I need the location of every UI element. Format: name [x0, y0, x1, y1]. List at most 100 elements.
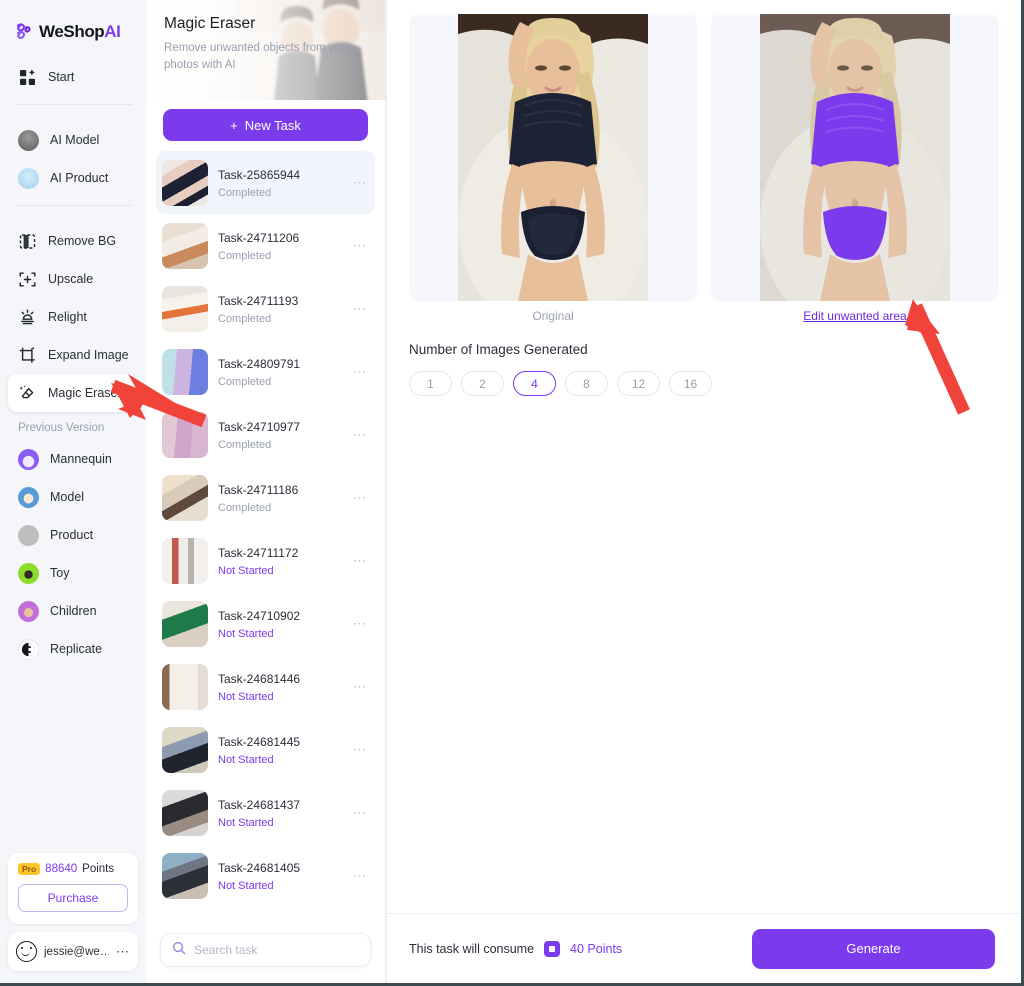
task-status: Not Started	[218, 754, 274, 766]
points-label: Points	[82, 863, 115, 875]
upscale-icon	[18, 270, 37, 289]
task-list-item[interactable]: Task-24681445 Not Started ⋯	[156, 718, 375, 781]
task-list[interactable]: Task-25865944 Completed ⋯ Task-24711206 …	[146, 151, 385, 925]
main-footer: This task will consume 40 Points Generat…	[387, 913, 1021, 983]
count-option-16[interactable]: 16	[669, 371, 712, 396]
new-task-button[interactable]: + New Task	[163, 109, 368, 141]
sidebar-divider-1	[14, 104, 132, 105]
count-option-12[interactable]: 12	[617, 371, 660, 396]
task-name: Task-24711186	[218, 483, 299, 497]
task-list-item[interactable]: Task-24711206 Completed ⋯	[156, 214, 375, 277]
sidebar-item-children[interactable]: Children	[8, 592, 138, 630]
sidebar-primary-group: Start	[0, 50, 146, 96]
sidebar-item-product[interactable]: Product	[8, 516, 138, 554]
task-list-item[interactable]: Task-24711172 Not Started ⋯	[156, 529, 375, 592]
task-more-icon[interactable]: ⋯	[353, 428, 369, 441]
task-thumbnail	[162, 348, 208, 395]
product-avatar-icon	[18, 524, 39, 546]
task-thumbnail	[162, 600, 208, 647]
sidebar-item-label: Start	[48, 70, 75, 84]
sidebar-item-ai-product[interactable]: AI Product	[8, 159, 138, 197]
sidebar-item-replicate[interactable]: Replicate	[8, 630, 138, 668]
task-more-icon[interactable]: ⋯	[353, 743, 369, 756]
remove-bg-icon	[18, 232, 37, 251]
original-image	[458, 14, 648, 301]
search-section	[146, 925, 385, 983]
search-input[interactable]	[194, 943, 359, 957]
task-name: Task-25865944	[218, 168, 301, 182]
sidebar-item-toy[interactable]: Toy	[8, 554, 138, 592]
sidebar-item-upscale[interactable]: Upscale	[8, 260, 138, 298]
task-name: Task-24710977	[218, 420, 301, 434]
sidebar-item-label: Replicate	[50, 642, 103, 656]
task-status: Not Started	[218, 565, 274, 577]
task-more-icon[interactable]: ⋯	[353, 239, 369, 252]
sidebar-item-magic-eraser[interactable]: Magic Eraser	[8, 374, 138, 412]
task-status: Completed	[218, 502, 272, 514]
brand-logo[interactable]: WeShopAI	[0, 0, 146, 50]
task-more-icon[interactable]: ⋯	[353, 302, 369, 315]
task-more-icon[interactable]: ⋯	[353, 806, 369, 819]
task-name: Task-24809791	[218, 357, 301, 371]
sidebar-item-mannequin[interactable]: Mannequin	[8, 440, 138, 478]
task-list-item[interactable]: Task-24681405 Not Started ⋯	[156, 844, 375, 907]
task-list-item[interactable]: Task-24710902 Not Started ⋯	[156, 592, 375, 655]
task-status: Completed	[218, 250, 272, 262]
task-more-icon[interactable]: ⋯	[353, 617, 369, 630]
task-list-item[interactable]: Task-24681446 Not Started ⋯	[156, 655, 375, 718]
user-account-card[interactable]: jessie@we… ⋯	[8, 932, 138, 971]
task-more-icon[interactable]: ⋯	[353, 869, 369, 882]
task-thumbnail	[162, 537, 208, 584]
count-option-4[interactable]: 4	[513, 371, 556, 396]
sidebar-item-label: Mannequin	[50, 452, 112, 466]
task-panel-hero: Magic Eraser Remove unwanted objects fro…	[146, 0, 385, 100]
masked-image-card[interactable]	[711, 14, 999, 301]
points-row: Pro 88640 Points	[18, 863, 128, 875]
search-box[interactable]	[160, 933, 371, 967]
task-status: Not Started	[218, 880, 274, 892]
task-more-icon[interactable]: ⋯	[353, 176, 369, 189]
task-more-icon[interactable]: ⋯	[353, 554, 369, 567]
sidebar-item-label: Product	[50, 528, 94, 542]
task-list-item[interactable]: Task-24710977 Completed ⋯	[156, 403, 375, 466]
sidebar-item-label: AI Model	[50, 133, 100, 147]
main-content: Original Edit unwanted area Number of Im…	[386, 0, 1021, 983]
count-option-8[interactable]: 8	[565, 371, 608, 396]
ellipsis-icon[interactable]: ⋯	[116, 945, 130, 958]
sidebar-item-label: Children	[50, 604, 97, 618]
consume-text: This task will consume	[409, 941, 535, 956]
main-sidebar: WeShopAI Start AI Model AI Product Remov…	[0, 0, 146, 983]
task-more-icon[interactable]: ⋯	[353, 680, 369, 693]
generate-button[interactable]: Generate	[752, 928, 995, 969]
sidebar-item-label: Relight	[48, 310, 87, 324]
task-list-item[interactable]: Task-24681437 Not Started ⋯	[156, 781, 375, 844]
task-status: Completed	[218, 376, 272, 388]
sidebar-item-ai-model[interactable]: AI Model	[8, 121, 138, 159]
task-list-item[interactable]: Task-25865944 Completed ⋯	[156, 151, 375, 214]
avatar	[16, 941, 37, 962]
original-image-card[interactable]	[409, 14, 697, 301]
sidebar-item-start[interactable]: Start	[8, 58, 138, 96]
task-more-icon[interactable]: ⋯	[353, 491, 369, 504]
task-list-item[interactable]: Task-24809791 Completed ⋯	[156, 340, 375, 403]
task-thumbnail	[162, 411, 208, 458]
task-list-item[interactable]: Task-24711193 Completed ⋯	[156, 277, 375, 340]
task-name: Task-24681405	[218, 861, 301, 875]
task-status: Completed	[218, 187, 272, 199]
task-list-item[interactable]: Task-24711186 Completed ⋯	[156, 466, 375, 529]
task-more-icon[interactable]: ⋯	[353, 365, 369, 378]
sidebar-editing-group: Remove BG Upscale Relight Expand Image M…	[0, 214, 146, 412]
sidebar-item-model[interactable]: Model	[8, 478, 138, 516]
model-avatar-icon	[18, 486, 39, 508]
masked-image	[760, 14, 950, 301]
purchase-button[interactable]: Purchase	[18, 884, 128, 912]
toy-avatar-icon	[18, 562, 39, 584]
sidebar-item-expand-image[interactable]: Expand Image	[8, 336, 138, 374]
ai-model-avatar-icon	[18, 129, 39, 151]
sidebar-item-remove-bg[interactable]: Remove BG	[8, 222, 138, 260]
count-option-1[interactable]: 1	[409, 371, 452, 396]
sidebar-divider-2	[14, 205, 132, 206]
edit-unwanted-area-link[interactable]: Edit unwanted area	[803, 309, 906, 323]
sidebar-item-relight[interactable]: Relight	[8, 298, 138, 336]
count-option-2[interactable]: 2	[461, 371, 504, 396]
